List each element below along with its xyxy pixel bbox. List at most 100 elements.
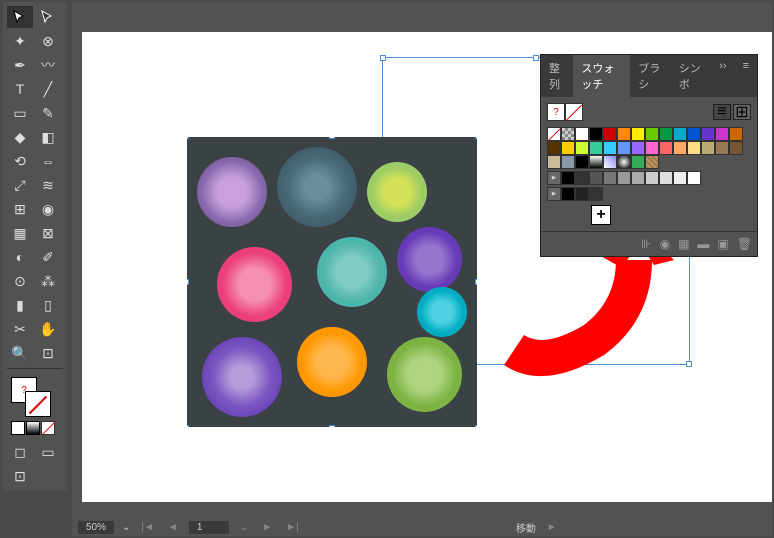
swatch[interactable] <box>715 127 729 141</box>
swatch[interactable] <box>673 171 687 185</box>
lasso-tool[interactable]: ⊗ <box>35 30 61 52</box>
swatch[interactable] <box>645 127 659 141</box>
swatch[interactable] <box>701 127 715 141</box>
swatch[interactable] <box>631 155 645 169</box>
swatch-library-icon[interactable]: ⊪ <box>641 237 651 251</box>
swatch[interactable] <box>617 127 631 141</box>
slice-tool[interactable]: ✂ <box>7 318 33 340</box>
swatch[interactable] <box>589 141 603 155</box>
swatch[interactable] <box>645 171 659 185</box>
swatch[interactable] <box>659 141 673 155</box>
swatch-kind-icon[interactable]: ▦ <box>678 237 689 251</box>
swatch[interactable] <box>617 155 631 169</box>
artboard-dropdown-icon[interactable]: ⌄ <box>237 522 251 533</box>
prev-artboard-icon[interactable]: ◄ <box>165 522 181 533</box>
status-play-icon[interactable]: ► <box>544 522 560 533</box>
swatch[interactable] <box>603 171 617 185</box>
artboard-number[interactable]: 1 <box>189 521 229 534</box>
screen-mode[interactable]: ▭ <box>35 441 61 463</box>
swatch[interactable] <box>589 187 603 201</box>
eyedropper-tool[interactable]: ✐ <box>35 246 61 268</box>
swatch[interactable] <box>589 171 603 185</box>
gradient-mode[interactable] <box>26 421 40 435</box>
panel-stroke-indicator[interactable] <box>565 103 583 121</box>
type-tool[interactable]: T <box>7 78 33 100</box>
fill-stroke-control[interactable]: ? <box>7 373 63 439</box>
swatch-folder[interactable]: ▸ <box>547 187 561 201</box>
panel-fill-indicator[interactable]: ? <box>547 103 565 121</box>
swatch[interactable] <box>631 127 645 141</box>
zoom-dropdown-icon[interactable]: ⌄ <box>122 522 130 533</box>
swatch[interactable] <box>547 127 561 141</box>
panel-menu-icon[interactable]: ≡ <box>735 55 757 97</box>
rotate-tool[interactable]: ⟲ <box>7 150 33 172</box>
swatch[interactable] <box>561 171 575 185</box>
new-swatch-icon[interactable]: ▣ <box>717 237 728 251</box>
tab-align[interactable]: 整列 <box>541 55 573 97</box>
paintbrush-tool[interactable]: ✎ <box>35 102 61 124</box>
swatch[interactable] <box>603 141 617 155</box>
swatch[interactable] <box>701 141 715 155</box>
swatch[interactable] <box>603 155 617 169</box>
tab-symbols[interactable]: シンボ <box>671 55 712 97</box>
swatch[interactable] <box>561 127 575 141</box>
new-pattern-swatch[interactable]: + <box>591 205 611 225</box>
zoom-tool[interactable]: 🔍 <box>7 342 33 364</box>
blend-tool[interactable]: ⊙ <box>7 270 33 292</box>
swatch[interactable] <box>645 141 659 155</box>
panel-expand-icon[interactable]: ›› <box>711 55 734 97</box>
swatch[interactable] <box>589 155 603 169</box>
swatch[interactable] <box>547 155 561 169</box>
swatch[interactable] <box>575 127 589 141</box>
magic-wand-tool[interactable]: ✦ <box>7 30 33 52</box>
none-mode[interactable] <box>41 421 55 435</box>
swatch[interactable] <box>729 141 743 155</box>
swatch[interactable] <box>561 155 575 169</box>
swatch[interactable] <box>589 127 603 141</box>
curvature-tool[interactable]: 〰 <box>35 54 61 76</box>
tab-swatches[interactable]: スウォッチ <box>573 55 630 97</box>
grid-view-icon[interactable]: ⊞ <box>733 104 751 120</box>
swatch[interactable] <box>631 141 645 155</box>
line-tool[interactable]: ╱ <box>35 78 61 100</box>
rectangle-tool[interactable]: ▭ <box>7 102 33 124</box>
selection-tool[interactable] <box>7 6 33 28</box>
delete-swatch-icon[interactable]: 🗑 <box>737 237 752 251</box>
direct-selection-tool[interactable] <box>35 6 61 28</box>
pattern-artwork[interactable] <box>187 137 477 427</box>
swatch[interactable] <box>575 171 589 185</box>
color-mode[interactable] <box>11 421 25 435</box>
perspective-grid-tool[interactable]: ▦ <box>7 222 33 244</box>
swatch[interactable] <box>687 171 701 185</box>
swatch[interactable] <box>659 127 673 141</box>
swatch[interactable] <box>575 155 589 169</box>
artboard-tool[interactable]: ▯ <box>35 294 61 316</box>
column-graph-tool[interactable]: ▮ <box>7 294 33 316</box>
next-artboard-icon[interactable]: ► <box>259 522 275 533</box>
scale-tool[interactable]: ⤢ <box>7 174 33 196</box>
swatch[interactable] <box>687 127 701 141</box>
swatch-options-icon[interactable]: ◉ <box>660 237 670 251</box>
swatch[interactable] <box>561 187 575 201</box>
shaper-tool[interactable]: ◆ <box>7 126 33 148</box>
swatch[interactable] <box>659 171 673 185</box>
swatch[interactable] <box>673 141 687 155</box>
swatch[interactable] <box>631 171 645 185</box>
stroke-swatch[interactable] <box>25 391 51 417</box>
free-transform-tool[interactable]: ⊞ <box>7 198 33 220</box>
last-artboard-icon[interactable]: ►| <box>283 522 302 533</box>
swatch[interactable] <box>715 141 729 155</box>
swatch[interactable] <box>575 141 589 155</box>
mesh-tool[interactable]: ⊠ <box>35 222 61 244</box>
pen-tool[interactable]: ✒ <box>7 54 33 76</box>
list-view-icon[interactable]: ≡ <box>713 104 731 120</box>
color-group-icon[interactable]: ▬ <box>697 237 709 251</box>
swatch[interactable] <box>729 127 743 141</box>
first-artboard-icon[interactable]: |◄ <box>138 522 157 533</box>
swatch[interactable] <box>561 141 575 155</box>
zoom-level[interactable]: 50% <box>78 521 114 534</box>
swatch[interactable] <box>603 127 617 141</box>
swatch[interactable] <box>673 127 687 141</box>
swatch[interactable] <box>687 141 701 155</box>
symbol-sprayer-tool[interactable]: ⁂ <box>35 270 61 292</box>
